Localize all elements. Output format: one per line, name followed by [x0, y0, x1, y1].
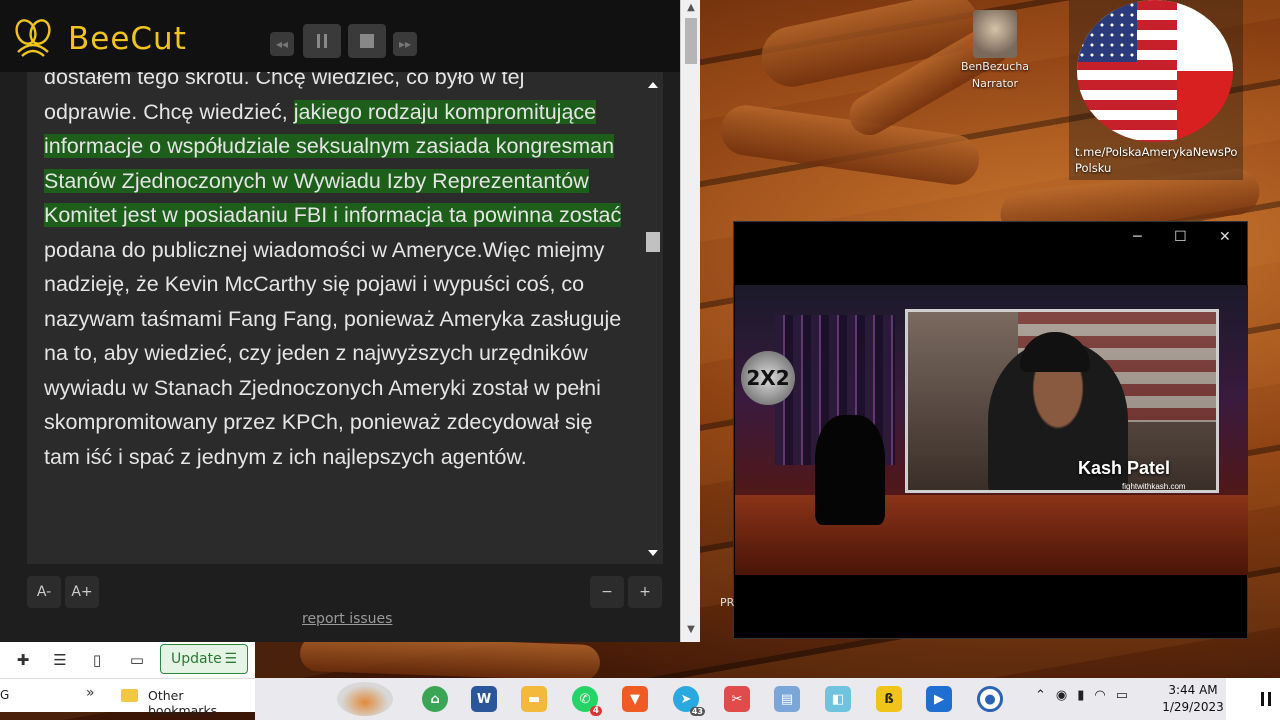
playlist-icon[interactable]: ☰ — [51, 652, 69, 668]
partial-label: PR — [720, 596, 735, 609]
host-silhouette — [815, 415, 885, 525]
guest-site: fightwithkash.com — [1122, 482, 1186, 491]
wifi-icon[interactable]: ◠ — [1094, 688, 1105, 703]
channel-link: t.me/PolskaAmerykaNewsPo Polsku — [1075, 145, 1238, 175]
whatsapp-badge: 4 — [589, 706, 602, 716]
transcript-scrollbar[interactable] — [643, 72, 663, 564]
minimize-icon[interactable]: ─ — [1133, 229, 1141, 245]
zoom-out-button[interactable]: − — [590, 576, 624, 608]
bookmarks-bar: G » Other bookmarks — [0, 678, 255, 718]
forward-button[interactable]: ▸▸ — [393, 32, 417, 56]
transcript-text: dostałem tego skrótu. Chcę wiedzieć, co … — [44, 72, 624, 474]
media-player-icon[interactable]: ▶ — [926, 686, 952, 712]
rewind-button[interactable]: ◂◂ — [270, 32, 294, 56]
stop-button[interactable] — [348, 24, 386, 58]
extensions-icon[interactable]: ✚ — [14, 652, 32, 668]
stop-icon — [360, 34, 374, 48]
scroll-thumb[interactable] — [646, 232, 660, 252]
us-poland-flag-icon — [1077, 0, 1233, 142]
window-controls: ─ ☐ ✕ — [1117, 222, 1247, 252]
food-bowl-icon[interactable] — [337, 682, 393, 716]
file-explorer-icon[interactable]: ▬ — [521, 686, 547, 712]
telegram-badge: 43 — [689, 707, 705, 716]
app-logo: BeeCut — [10, 18, 187, 60]
window-scroll-thumb[interactable] — [685, 18, 697, 64]
brave-icon[interactable]: ▼ — [622, 686, 648, 712]
window-scroll-down-icon[interactable]: ▼ — [681, 624, 701, 635]
video-window[interactable]: ─ ☐ ✕ 2X2 Kash Patel fightwithkash.com — [733, 221, 1248, 639]
narrator-role: Narrator — [971, 77, 1019, 90]
font-decrease-button[interactable]: A- — [27, 576, 61, 608]
android-app-icon[interactable]: ⌂ — [422, 686, 448, 712]
pause-button[interactable] — [303, 24, 341, 58]
transcript-panel[interactable]: dostałem tego skrótu. Chcę wiedzieć, co … — [27, 72, 663, 564]
microphone-icon[interactable]: ▮ — [1077, 688, 1084, 703]
narrator-name: BenBezucha — [960, 60, 1030, 73]
window-scrollbar[interactable]: ▲ ▼ — [680, 0, 700, 642]
other-bookmarks-link[interactable]: Other bookmarks — [148, 688, 255, 718]
close-icon[interactable]: ✕ — [1219, 229, 1231, 245]
folder-icon — [121, 689, 138, 702]
pause-icon — [317, 34, 327, 48]
battery-icon[interactable]: ▭ — [1116, 688, 1128, 703]
obs-icon[interactable]: ● — [977, 686, 1003, 712]
video-frame: 2X2 Kash Patel fightwithkash.com — [735, 285, 1248, 575]
bookmark-partial[interactable]: G — [0, 688, 9, 702]
update-button[interactable]: Update ☰ — [160, 644, 248, 674]
app-header: BeeCut ◂◂ ▸▸ — [0, 0, 680, 72]
pause-icon — [1261, 692, 1271, 706]
telegram-icon[interactable]: ➤ 43 — [673, 686, 705, 716]
channel-card: t.me/PolskaAmerykaNewsPo Polsku — [1069, 0, 1243, 180]
clock[interactable]: 3:44 AM 1/29/2023 — [1160, 682, 1226, 716]
menu-icon: ☰ — [224, 651, 237, 667]
notepad-icon[interactable]: ▤ — [774, 686, 800, 712]
scroll-up-icon[interactable] — [648, 82, 658, 88]
clock-time: 3:44 AM — [1168, 683, 1218, 697]
studio-desk — [735, 495, 1248, 575]
beecut-taskbar-icon[interactable]: ß — [876, 686, 902, 712]
clock-date: 1/29/2023 — [1162, 700, 1224, 714]
bookmarks-overflow-button[interactable]: » — [86, 685, 95, 701]
update-label: Update — [171, 651, 222, 667]
guest-inset: Kash Patel fightwithkash.com — [905, 309, 1219, 493]
report-issues-link[interactable]: report issues — [302, 611, 392, 627]
font-increase-button[interactable]: A+ — [65, 576, 99, 608]
transcript-partial-line: dostałem tego skrótu. Chcę wiedzieć, co … — [44, 72, 525, 89]
bee-logo-icon — [15, 19, 51, 57]
transcript-before-highlight: odprawie. Chcę wiedzieć, — [44, 99, 294, 124]
narrator-card: BenBezucha Narrator — [960, 10, 1030, 92]
app-name: BeeCut — [68, 21, 187, 57]
word-icon[interactable]: W — [471, 686, 497, 712]
paint-icon[interactable]: ◧ — [825, 686, 851, 712]
system-tray: ⌃ ◉ ▮ ◠ ▭ — [1035, 688, 1128, 703]
sidebar-icon[interactable]: ▯ — [88, 652, 106, 668]
guest-name: Kash Patel — [1078, 458, 1171, 478]
transcript-after-highlight: podana do publicznej wiadomości w Ameryc… — [44, 237, 622, 469]
narrator-avatar — [973, 10, 1017, 58]
maximize-icon[interactable]: ☐ — [1174, 229, 1187, 245]
show-logo: 2X2 — [741, 351, 795, 405]
zoom-in-button[interactable]: + — [628, 576, 662, 608]
whatsapp-icon[interactable]: ✆ 4 — [572, 686, 602, 716]
scroll-down-icon[interactable] — [648, 550, 658, 556]
meet-icon[interactable]: ◉ — [1056, 688, 1067, 703]
snipping-tool-icon[interactable]: ✂ — [724, 686, 750, 712]
beecut-window: BeeCut ◂◂ ▸▸ dostałem tego skrótu. Chcę … — [0, 0, 700, 642]
tray-expand-icon[interactable]: ⌃ — [1035, 688, 1046, 703]
wallet-icon[interactable]: ▭ — [128, 652, 146, 668]
window-scroll-up-icon[interactable]: ▲ — [681, 2, 701, 13]
corner-panel[interactable] — [1226, 678, 1280, 720]
